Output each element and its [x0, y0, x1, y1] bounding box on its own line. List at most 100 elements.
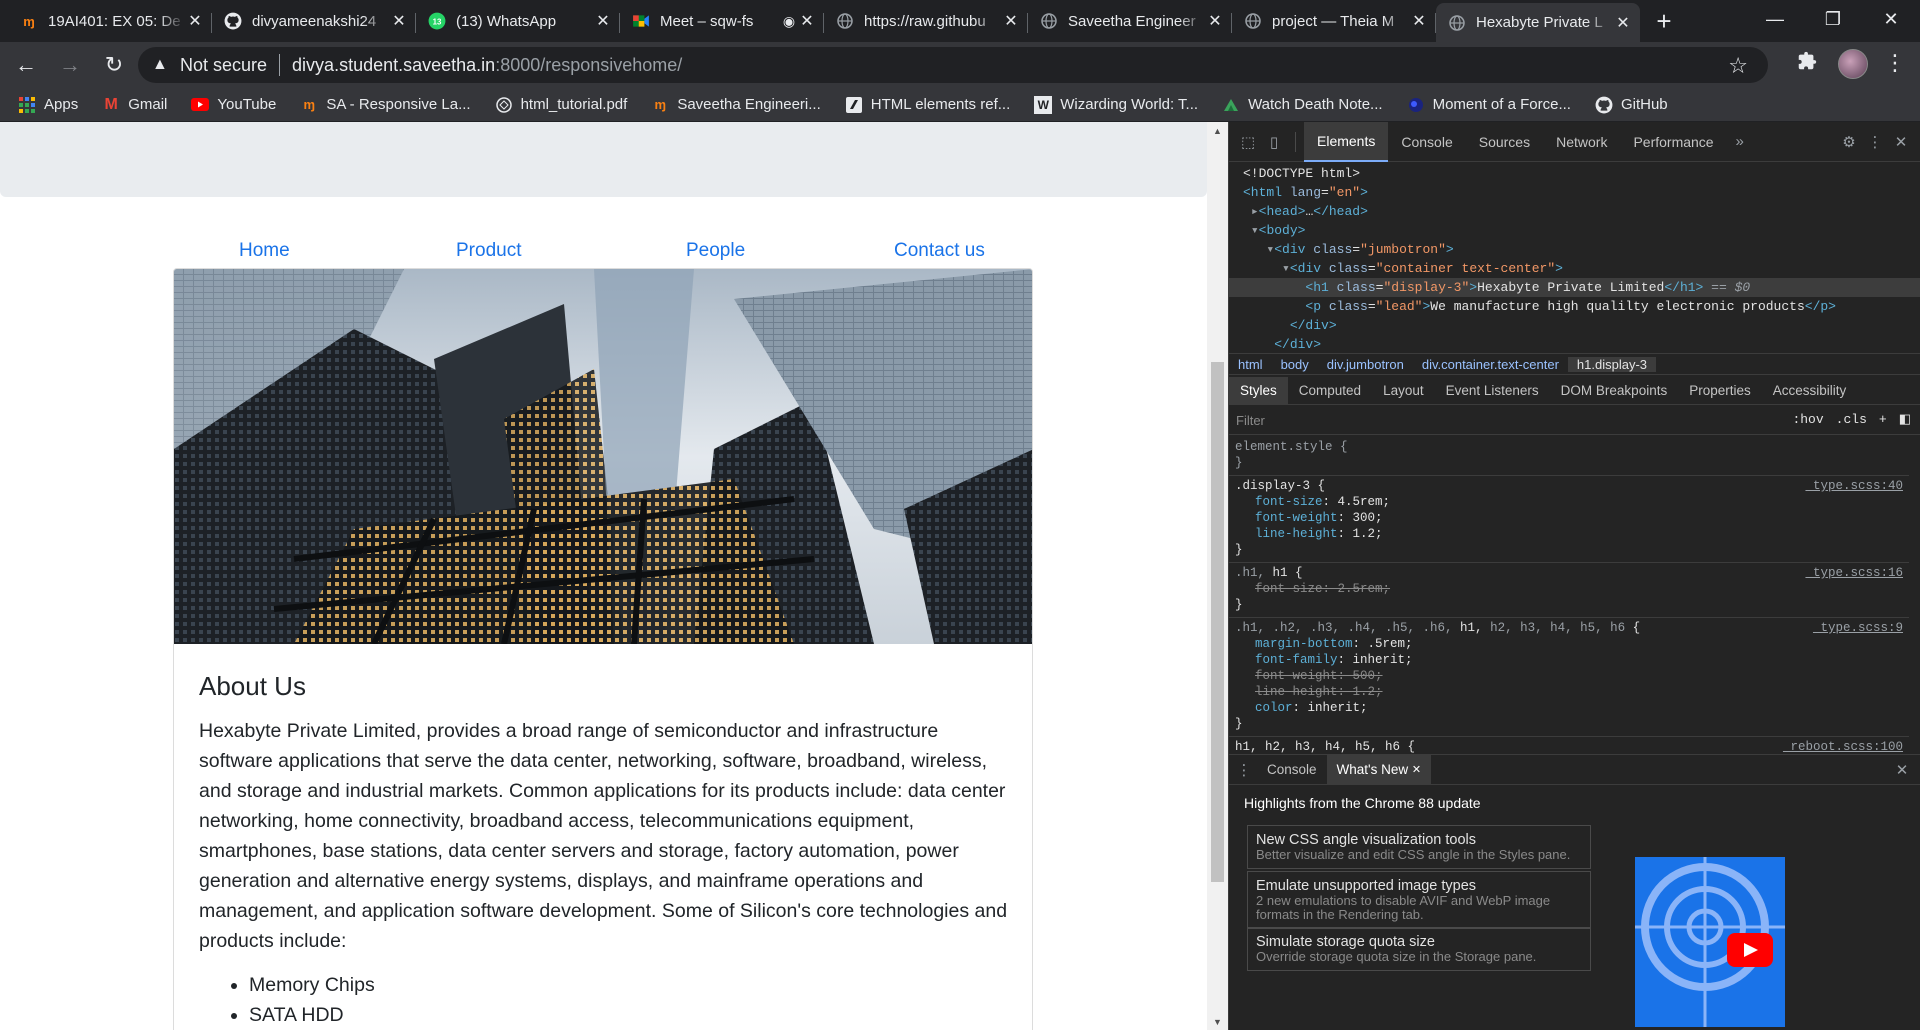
nav-link-product[interactable]: Product — [456, 240, 521, 262]
whats-new-video-thumbnail[interactable] — [1635, 857, 1785, 1027]
bookmark-youtube[interactable]: YouTube — [191, 96, 276, 114]
whats-new-card[interactable]: New CSS angle visualization tools Better… — [1247, 825, 1591, 869]
bookmark-saveetha[interactable]: ɱ Saveetha Engineeri... — [651, 96, 821, 114]
page-scrollbar[interactable]: ▲ ▼ — [1207, 122, 1228, 1030]
drawer-menu-icon[interactable]: ⋮ — [1231, 757, 1257, 783]
bookmark-html-tutorial[interactable]: html_tutorial.pdf — [495, 96, 627, 114]
dom-line[interactable]: </div> — [1229, 316, 1920, 335]
warning-icon[interactable]: ▲ — [152, 56, 170, 74]
bookmark-sa-responsive[interactable]: ɱ SA - Responsive La... — [300, 96, 471, 114]
breadcrumb-item-active[interactable]: h1.display-3 — [1567, 356, 1657, 372]
subtab-properties[interactable]: Properties — [1678, 377, 1762, 405]
dom-line[interactable]: <p class="lead">We manufacture high qual… — [1229, 297, 1920, 316]
back-button[interactable]: ← — [8, 47, 44, 83]
source-link[interactable]: _reboot.scss:100 — [1783, 739, 1903, 755]
cls-toggle[interactable]: .cls — [1836, 412, 1867, 427]
scroll-down-arrow-icon[interactable]: ▼ — [1207, 1013, 1228, 1030]
breadcrumb-item[interactable]: body — [1272, 357, 1318, 372]
close-icon[interactable]: ✕ — [390, 12, 408, 30]
browser-tab[interactable]: Saveetha Engineer ✕ — [1028, 3, 1232, 39]
minimize-button[interactable]: — — [1746, 0, 1804, 38]
close-icon[interactable]: ✕ — [594, 12, 612, 30]
close-icon[interactable]: ✕ — [186, 12, 204, 30]
close-icon[interactable]: ✕ — [1410, 12, 1428, 30]
chrome-menu-icon[interactable]: ⋮ — [1884, 50, 1906, 76]
close-icon[interactable]: ✕ — [798, 12, 816, 30]
close-icon[interactable]: ✕ — [1412, 763, 1421, 776]
styles-filter-input[interactable]: Filter :hov .cls + ◧ — [1229, 407, 1920, 435]
nav-link-home[interactable]: Home — [239, 240, 290, 262]
devtools-tab-performance[interactable]: Performance — [1620, 122, 1726, 162]
subtab-event-listeners[interactable]: Event Listeners — [1435, 377, 1550, 405]
dom-line[interactable]: <html lang="en"> — [1229, 183, 1920, 202]
close-icon[interactable]: ✕ — [1614, 14, 1632, 32]
bookmark-gmail[interactable]: M Gmail — [102, 96, 168, 114]
browser-tab-active[interactable]: Hexabyte Private L ✕ — [1436, 3, 1640, 42]
close-icon[interactable]: ✕ — [1002, 12, 1020, 30]
dom-line[interactable]: <!DOCTYPE html> — [1229, 164, 1920, 183]
nav-link-contact[interactable]: Contact us — [894, 240, 985, 262]
subtab-computed[interactable]: Computed — [1288, 377, 1372, 405]
settings-gear-icon[interactable]: ⚙ — [1836, 129, 1862, 155]
browser-tab[interactable]: https://raw.githubu ✕ — [824, 3, 1028, 39]
subtab-dom-breakpoints[interactable]: DOM Breakpoints — [1550, 377, 1679, 405]
close-drawer-icon[interactable]: ✕ — [1889, 757, 1915, 783]
dom-line[interactable]: </div> — [1229, 335, 1920, 354]
kebab-menu-icon[interactable]: ⋮ — [1862, 129, 1888, 155]
bookmark-wizarding-world[interactable]: W Wizarding World: T... — [1034, 95, 1198, 114]
breadcrumb-item[interactable]: div.jumbotron — [1318, 357, 1413, 372]
dom-line[interactable]: ▸<head>…</head> — [1229, 202, 1920, 221]
scroll-up-arrow-icon[interactable]: ▲ — [1207, 122, 1228, 139]
drawer-tab-console[interactable]: Console — [1257, 755, 1327, 785]
style-rule[interactable]: .h1, .h2, .h3, .h4, .h5, .h6, h1, h2, h3… — [1229, 618, 1909, 737]
devtools-tab-console[interactable]: Console — [1388, 122, 1465, 162]
browser-tab[interactable]: project — Theia M ✕ — [1232, 3, 1436, 39]
bookmark-death-note[interactable]: Watch Death Note... — [1222, 96, 1383, 114]
extensions-puzzle-icon[interactable] — [1796, 50, 1818, 78]
source-link[interactable]: _type.scss:16 — [1805, 565, 1903, 581]
profile-avatar[interactable] — [1838, 49, 1868, 79]
scrollbar-thumb[interactable] — [1211, 362, 1224, 882]
inspect-element-icon[interactable]: ⬚ — [1235, 129, 1261, 155]
toggle-sidebar-icon[interactable]: ◧ — [1899, 412, 1911, 427]
window-close-button[interactable]: ✕ — [1862, 0, 1920, 38]
new-tab-button[interactable]: + — [1646, 3, 1682, 39]
new-rule-plus-icon[interactable]: + — [1879, 412, 1887, 427]
bookmark-moment-of-force[interactable]: Moment of a Force... — [1407, 96, 1571, 114]
devtools-tab-elements[interactable]: Elements — [1304, 121, 1389, 162]
source-link[interactable]: _type.scss:40 — [1805, 478, 1903, 494]
address-bar[interactable]: ▲ Not secure divya.student.saveetha.in:8… — [138, 47, 1768, 83]
whats-new-card[interactable]: Emulate unsupported image types 2 new em… — [1247, 871, 1591, 929]
browser-tab[interactable]: divyameenakshi24 ✕ — [212, 3, 416, 39]
close-icon[interactable]: ✕ — [1206, 12, 1224, 30]
style-rule[interactable]: .h1, h1 { _type.scss:16 font-size: 2.5re… — [1229, 563, 1909, 618]
bookmark-star-icon[interactable]: ☆ — [1728, 53, 1748, 79]
nav-link-people[interactable]: People — [686, 240, 745, 262]
subtab-styles[interactable]: Styles — [1229, 376, 1288, 405]
dom-line[interactable]: ▾<body> — [1229, 221, 1920, 240]
style-rule[interactable]: element.style { } — [1229, 437, 1909, 476]
forward-button[interactable]: → — [52, 47, 88, 83]
browser-tab[interactable]: Meet – sqw-fs ◉ ✕ — [620, 3, 824, 39]
subtab-accessibility[interactable]: Accessibility — [1762, 377, 1858, 405]
source-link[interactable]: _type.scss:9 — [1813, 620, 1903, 636]
style-rule[interactable]: .display-3 { _type.scss:40 font-size: 4.… — [1229, 476, 1909, 563]
play-icon[interactable] — [1727, 933, 1773, 967]
hov-toggle[interactable]: :hov — [1792, 412, 1823, 427]
breadcrumb-item[interactable]: div.container.text-center — [1413, 357, 1568, 372]
browser-tab[interactable]: ɱ 19AI401: EX 05: De ✕ — [8, 3, 212, 39]
devtools-tab-sources[interactable]: Sources — [1466, 122, 1543, 162]
reload-button[interactable]: ↻ — [96, 47, 132, 83]
device-toolbar-icon[interactable]: ▯ — [1261, 129, 1287, 155]
bookmark-apps[interactable]: Apps — [18, 96, 78, 114]
dom-line-selected[interactable]: <h1 class="display-3">Hexabyte Private L… — [1229, 278, 1920, 297]
breadcrumb-item[interactable]: html — [1229, 357, 1272, 372]
more-tabs-chevron-icon[interactable]: » — [1727, 129, 1753, 155]
dom-line[interactable]: ▾<div class="jumbotron"> — [1229, 240, 1920, 259]
browser-tab[interactable]: 13 (13) WhatsApp ✕ — [416, 3, 620, 39]
restore-button[interactable]: ❐ — [1804, 0, 1862, 38]
subtab-layout[interactable]: Layout — [1372, 377, 1435, 405]
close-devtools-icon[interactable]: ✕ — [1888, 129, 1914, 155]
not-secure-label[interactable]: Not secure — [180, 55, 267, 76]
dom-line[interactable]: ▾<div class="container text-center"> — [1229, 259, 1920, 278]
